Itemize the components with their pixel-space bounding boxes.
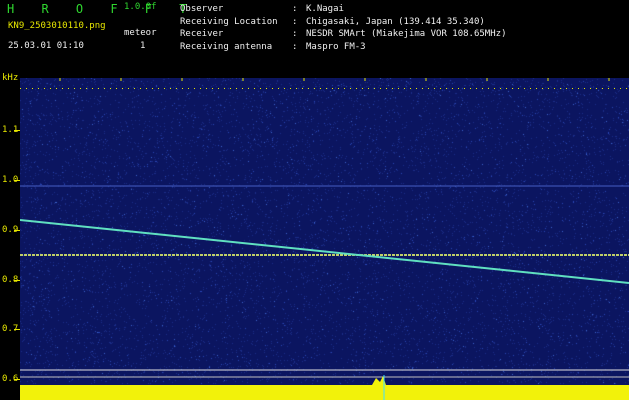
app-version: 1.0.0f bbox=[124, 2, 157, 12]
info-value: K.Nagai bbox=[306, 4, 344, 14]
minute-ticks bbox=[59, 78, 610, 81]
spectrogram-overlay bbox=[20, 78, 629, 400]
info-sep: : bbox=[292, 29, 298, 39]
info-row-location: Receiving Location: Chigasaki, Japan (139… bbox=[180, 16, 506, 29]
info-value: Chigasaki, Japan (139.414 35.340) bbox=[306, 16, 485, 27]
info-key: Observer bbox=[180, 4, 224, 14]
info-key: Receiving Location bbox=[180, 16, 278, 27]
observation-info: Observer: K.Nagai Receiving Location: Chig… bbox=[180, 3, 506, 53]
info-sep: : bbox=[292, 41, 298, 52]
meteor-count: 1 bbox=[140, 41, 146, 51]
info-sep: : bbox=[292, 16, 298, 27]
info-key: Receiver bbox=[180, 29, 224, 39]
info-row-observer: Observer: K.Nagai bbox=[180, 3, 506, 16]
info-value: NESDR SMArt (Miakejima VOR 108.65MHz) bbox=[306, 29, 507, 39]
file-name: KN9_2503010110.png bbox=[8, 21, 106, 31]
info-row-receiver: Receiver: NESDR SMArt (Miakejima VOR 108.… bbox=[180, 28, 506, 41]
info-key: Receiving antenna bbox=[180, 41, 273, 52]
y-axis-unit: kHz bbox=[2, 73, 19, 83]
meteor-label: meteor bbox=[124, 28, 157, 38]
hrofft-window: H R O F F T 1.0.0f KN9_2503010110.png me… bbox=[0, 0, 629, 400]
info-row-antenna: Receiving antenna: Maspro FM-3 bbox=[180, 41, 506, 54]
spectrogram-area bbox=[20, 78, 629, 400]
app-logo: H R O F F T bbox=[7, 2, 197, 16]
info-value: Maspro FM-3 bbox=[306, 41, 366, 52]
minute-dots bbox=[20, 88, 629, 89]
info-sep: : bbox=[292, 4, 298, 14]
amplitude-band bbox=[20, 385, 629, 400]
drifting-signal bbox=[20, 219, 629, 284]
observation-datetime: 25.03.01 01:10 bbox=[8, 41, 84, 51]
